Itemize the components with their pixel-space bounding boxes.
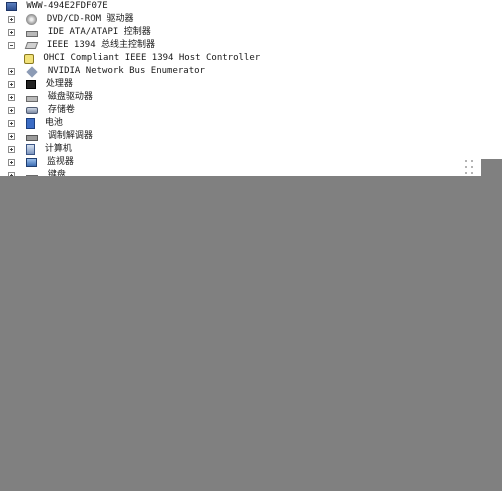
expand-icon[interactable] — [8, 107, 15, 114]
tree-node-label: 磁盘驱动器 — [47, 92, 93, 102]
tree-node-dvd-cdrom[interactable]: DVD/CD-ROM 驱动器 — [0, 13, 470, 26]
tree-node-processor[interactable]: 处理器 — [0, 78, 470, 91]
disk-drive-icon — [26, 95, 39, 102]
expand-icon[interactable] — [8, 133, 15, 140]
tree-node-modem[interactable]: 调制解调器 — [0, 130, 470, 143]
device-manager-screen: WWW-494E2FDF07E DVD/CD-ROM 驱动器 IDE ATA/A… — [0, 0, 502, 491]
expand-icon[interactable] — [8, 68, 15, 75]
tree-node-ieee1394[interactable]: IEEE 1394 总线主控制器 — [0, 39, 470, 52]
expand-icon[interactable] — [8, 94, 15, 101]
tree-node-label: 存储卷 — [47, 105, 75, 115]
tree-node-label: 计算机 — [44, 144, 72, 154]
tree-node-label: IEEE 1394 总线主控制器 — [46, 40, 156, 50]
expand-icon[interactable] — [8, 16, 15, 23]
tree-root[interactable]: WWW-494E2FDF07E — [0, 0, 470, 13]
tree-node-label: IDE ATA/ATAPI 控制器 — [47, 27, 151, 37]
device-tree: WWW-494E2FDF07E DVD/CD-ROM 驱动器 IDE ATA/A… — [0, 0, 470, 182]
tree-node-label: 处理器 — [45, 79, 73, 89]
expand-icon[interactable] — [8, 146, 15, 153]
tree-node-disk-drives[interactable]: 磁盘驱动器 — [0, 91, 470, 104]
tree-node-label: DVD/CD-ROM 驱动器 — [46, 14, 134, 24]
dotted-grip — [463, 158, 477, 174]
tree-node-computer[interactable]: 计算机 — [0, 143, 470, 156]
storage-volume-icon — [26, 107, 39, 114]
monitor-icon — [26, 158, 38, 167]
tree-node-label: 调制解调器 — [47, 131, 93, 141]
cdrom-icon — [26, 14, 38, 25]
tree-node-storage-volumes[interactable]: 存储卷 — [0, 104, 470, 117]
collapse-icon[interactable] — [8, 42, 15, 49]
computer-node-icon — [26, 144, 36, 155]
expand-icon[interactable] — [8, 120, 15, 127]
gray-overlay-panel — [0, 176, 502, 491]
expand-icon[interactable] — [8, 159, 15, 166]
tree-node-ide-ata[interactable]: IDE ATA/ATAPI 控制器 — [0, 26, 470, 39]
tree-child-label: OHCI Compliant IEEE 1394 Host Controller — [43, 53, 261, 63]
tree-node-nvidia-bus[interactable]: NVIDIA Network Bus Enumerator — [0, 65, 470, 78]
modem-icon — [26, 135, 39, 141]
network-bus-icon — [26, 65, 39, 78]
tree-node-label: 监视器 — [46, 157, 74, 167]
expand-icon[interactable] — [8, 81, 15, 88]
tree-node-label: NVIDIA Network Bus Enumerator — [47, 66, 205, 76]
gray-overlay-notch — [481, 159, 502, 176]
battery-icon — [26, 118, 36, 129]
tree-node-monitor[interactable]: 监视器 — [0, 156, 470, 169]
device-icon — [24, 53, 34, 64]
tree-root-label: WWW-494E2FDF07E — [26, 1, 108, 11]
computer-icon — [6, 2, 17, 11]
expand-icon[interactable] — [8, 29, 15, 36]
tree-node-label: 电池 — [44, 118, 63, 128]
ieee1394-icon — [25, 42, 39, 49]
ide-controller-icon — [26, 30, 39, 37]
processor-icon — [26, 80, 37, 89]
tree-node-battery[interactable]: 电池 — [0, 117, 470, 130]
tree-child-ohci-controller[interactable]: OHCI Compliant IEEE 1394 Host Controller — [0, 52, 470, 65]
